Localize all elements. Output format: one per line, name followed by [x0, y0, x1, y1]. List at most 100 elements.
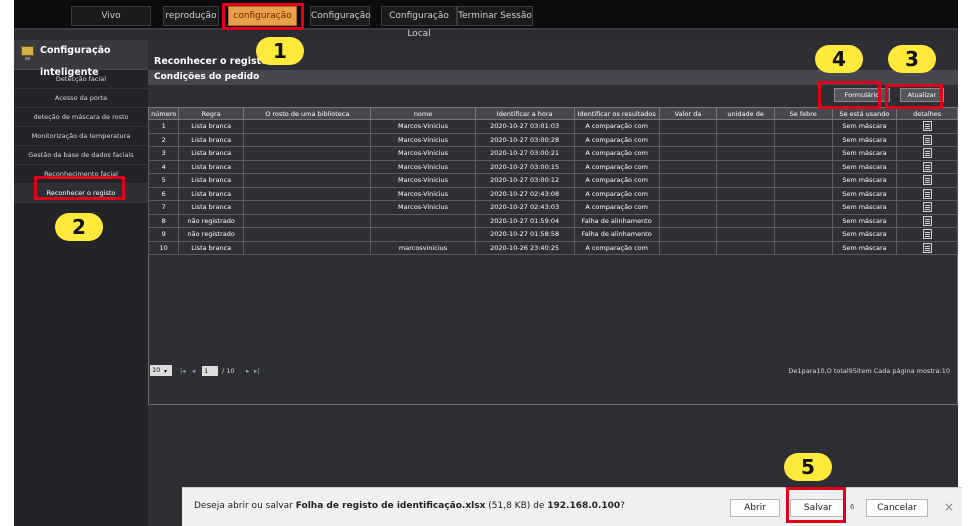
column-header: Identificar os resultados — [573, 107, 660, 120]
table-cell: 8 — [147, 213, 180, 228]
table-row[interactable]: 7 Lista branca Marcos-Vinicius 2020-10-27 0… — [147, 200, 958, 215]
table-row[interactable]: 3 Lista branca Marcos-Vinicius 2020-10-27 0… — [147, 146, 958, 161]
table-cell: A comparação com — [573, 240, 660, 255]
details-icon[interactable] — [922, 134, 932, 145]
table-row[interactable]: 1 Lista branca Marcos-Vinicius 2020-10-27 0… — [147, 119, 958, 134]
column-header: Identificar a hora — [474, 107, 575, 120]
page-number-input[interactable]: 1 — [202, 366, 218, 376]
table-cell — [370, 227, 476, 242]
details-cell[interactable] — [896, 240, 958, 255]
table-row[interactable]: 6 Lista branca Marcos-Vinicius 2020-10-27 0… — [147, 186, 958, 201]
details-icon[interactable] — [922, 188, 932, 199]
table-row[interactable]: 5 Lista branca Marcos-Vinicius 2020-10-27 0… — [147, 173, 958, 188]
open-button[interactable]: Abrir — [730, 499, 780, 517]
tab-configuration-2[interactable]: Configuração — [310, 6, 371, 26]
details-icon[interactable] — [922, 175, 932, 186]
table-row[interactable]: 10 Lista branca marcosvinicius 2020-10-26 2… — [147, 240, 958, 255]
details-cell[interactable] — [896, 186, 958, 201]
table-cell — [658, 173, 718, 188]
table-cell: Marcos-Vinicius — [370, 146, 476, 161]
details-cell[interactable] — [896, 227, 958, 242]
sidebar-item-door-access[interactable]: Acesso da porta — [14, 89, 148, 108]
sidebar-item-mask-detection[interactable]: deteção de máscara de rosto — [14, 108, 148, 127]
table-cell: 5 — [147, 173, 180, 188]
table-cell: não registrado — [178, 227, 245, 242]
table-cell: Sem máscara — [831, 227, 898, 242]
table-cell: 2020-10-27 03:00:21 — [474, 146, 575, 161]
table-cell — [716, 173, 775, 188]
cancel-button[interactable]: Cancelar — [866, 499, 928, 517]
table-cell — [243, 146, 372, 161]
table-header-row: número Regra O rosto de uma biblioteca nome… — [147, 107, 958, 120]
callout-badge-2: 2 — [55, 213, 103, 241]
table-cell — [773, 240, 833, 255]
tab-logout[interactable]: Terminar Sessão — [457, 6, 533, 26]
page-size-select[interactable]: 10 — [150, 365, 172, 376]
details-icon[interactable] — [922, 148, 932, 159]
table-row[interactable]: 4 Lista branca Marcos-Vinicius 2020-10-27 0… — [147, 159, 958, 174]
table-cell: Lista branca — [178, 132, 245, 147]
table-cell: A comparação com — [573, 146, 660, 161]
table-cell: 4 — [147, 159, 180, 174]
column-header: unidade de — [716, 107, 775, 120]
details-icon[interactable] — [922, 242, 932, 253]
details-icon[interactable] — [922, 121, 932, 132]
details-icon[interactable] — [922, 215, 932, 226]
table-row[interactable]: 8 não registrado 2020-10-27 01:59:04 Falha … — [147, 213, 958, 228]
table-cell: A comparação com — [573, 200, 660, 215]
column-header: Regra — [178, 107, 245, 120]
tab-live[interactable]: Vivo — [71, 6, 151, 26]
column-header: O rosto de uma biblioteca — [243, 107, 372, 120]
table-cell: 7 — [147, 200, 180, 215]
table-cell: 2020-10-27 03:00:28 — [474, 132, 575, 147]
table-cell: 2020-10-27 03:00:12 — [474, 173, 575, 188]
table-cell — [773, 146, 833, 161]
table-cell — [716, 227, 775, 242]
callout-box-1 — [222, 3, 304, 30]
details-icon[interactable] — [922, 202, 932, 213]
table-cell: Marcos-Vinicius — [370, 132, 476, 147]
next-page-icon[interactable]: ▸ — [246, 364, 249, 378]
table-cell — [243, 132, 372, 147]
tab-local-configuration[interactable]: Configuração Local — [381, 6, 457, 39]
details-cell[interactable] — [896, 119, 958, 134]
table-row[interactable]: 2 Lista branca Marcos-Vinicius 2020-10-27 0… — [147, 132, 958, 147]
download-filename: Folha de registo de identificação.xlsx — [295, 501, 486, 511]
details-cell[interactable] — [896, 132, 958, 147]
table-cell: Marcos-Vinicius — [370, 200, 476, 215]
table-cell — [658, 213, 718, 228]
table-cell — [773, 159, 833, 174]
table-cell — [658, 132, 718, 147]
close-icon[interactable]: × — [944, 500, 954, 514]
table-cell — [716, 146, 775, 161]
table-cell: Lista branca — [178, 159, 245, 174]
table-row[interactable]: 9 não registrado 2020-10-27 01:58:58 Falha … — [147, 227, 958, 242]
details-icon[interactable] — [922, 161, 932, 172]
table-cell — [243, 186, 372, 201]
details-cell[interactable] — [896, 173, 958, 188]
prev-page-icon[interactable]: ◂ — [192, 364, 195, 378]
table-cell — [773, 200, 833, 215]
sidebar-item-face-database[interactable]: Gestão da base de dados faciais — [14, 146, 148, 165]
sidebar-item-temperature[interactable]: Monitorização da temperatura — [14, 127, 148, 146]
table-cell — [716, 119, 775, 134]
details-icon[interactable] — [922, 229, 932, 240]
details-cell[interactable] — [896, 159, 958, 174]
table-cell: não registrado — [178, 213, 245, 228]
table-cell — [658, 159, 718, 174]
column-header: número — [147, 107, 180, 120]
details-cell[interactable] — [896, 200, 958, 215]
table-cell — [243, 173, 372, 188]
save-dropdown-arrow[interactable]: 6 — [850, 503, 854, 511]
table-cell: Sem máscara — [831, 119, 898, 134]
table-cell: Sem máscara — [831, 240, 898, 255]
first-page-icon[interactable]: |◂ — [180, 364, 185, 378]
details-cell[interactable] — [896, 146, 958, 161]
table-cell: 2020-10-27 02:43:08 — [474, 186, 575, 201]
last-page-icon[interactable]: ▸| — [254, 364, 259, 378]
table-cell — [243, 213, 372, 228]
table-cell: Lista branca — [178, 240, 245, 255]
table-cell: A comparação com — [573, 173, 660, 188]
tab-playback[interactable]: reprodução — [163, 6, 219, 26]
details-cell[interactable] — [896, 213, 958, 228]
